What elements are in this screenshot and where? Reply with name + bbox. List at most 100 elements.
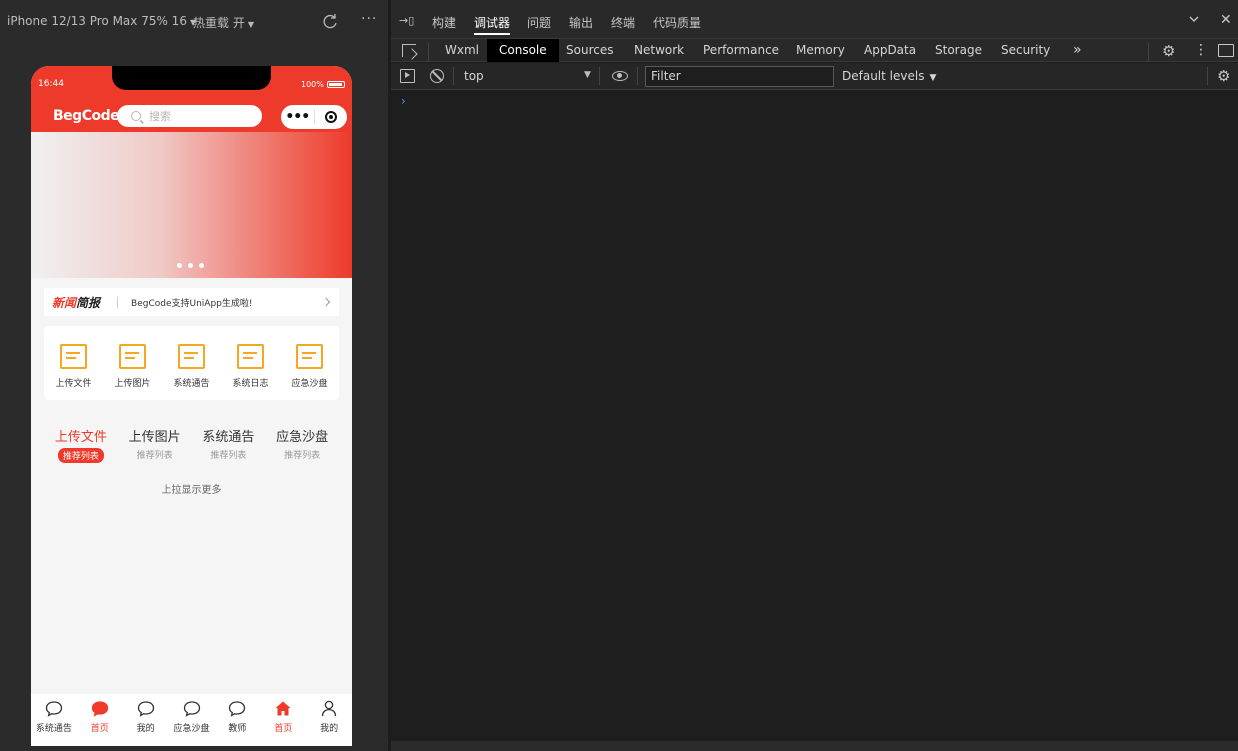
undock-icon[interactable] — [1218, 44, 1234, 57]
more-tabs-icon[interactable]: » — [1073, 39, 1082, 62]
tab-code-quality[interactable]: 代码质量 — [653, 14, 701, 31]
tab-build[interactable]: 构建 — [432, 14, 456, 31]
grid-item-label: 应急沙盘 — [291, 379, 328, 389]
tab-wxml[interactable]: Wxml — [445, 39, 479, 62]
hot-reload-toggle[interactable]: 热重载 开 ▼ — [193, 14, 254, 31]
tab-debugger[interactable]: 调试器 — [474, 14, 511, 35]
clear-console-icon[interactable] — [430, 69, 444, 83]
document-icon — [60, 344, 87, 369]
carousel-indicators — [177, 263, 204, 268]
tabbar-label: 首页 — [274, 724, 293, 734]
refresh-icon[interactable] — [321, 13, 339, 31]
grid-item-label: 上传图片 — [114, 379, 151, 389]
tab-sources[interactable]: Sources — [566, 39, 613, 62]
tab-title: 应急沙盘 — [276, 430, 329, 445]
log-levels-dropdown[interactable]: Default levels ▼ — [842, 69, 936, 83]
grid-item-upload-image[interactable]: 上传图片 — [103, 326, 162, 400]
show-sidebar-icon[interactable] — [400, 69, 415, 83]
settings-gear-icon[interactable]: ⚙ — [1162, 42, 1175, 60]
phone-notch — [112, 66, 271, 90]
toggle-panel-icon[interactable]: →▯ — [399, 14, 414, 27]
news-logo-black: 简报 — [76, 295, 101, 310]
document-icon — [119, 344, 146, 369]
tab-upload-file[interactable]: 上传文件 推荐列表 — [44, 426, 118, 466]
more-dots-icon[interactable]: ••• — [281, 107, 314, 127]
tab-subtitle: 推荐列表 — [284, 451, 321, 461]
console-filter-input[interactable]: Filter — [645, 66, 834, 87]
tabbar-item-sandbox[interactable]: 应急沙盘 — [169, 694, 215, 746]
tabbar-label: 首页 — [90, 724, 109, 734]
chevron-down-icon[interactable] — [1188, 13, 1200, 25]
tabbar-item-mine[interactable]: 我的 — [123, 694, 169, 746]
chat-bubble-icon — [45, 701, 63, 717]
simulator-panel: iPhone 12/13 Pro Max 75% 16 ▼ 热重载 开 ▼ ··· … — [0, 0, 388, 751]
tab-terminal[interactable]: 终端 — [611, 14, 635, 31]
tab-appdata[interactable]: AppData — [864, 39, 916, 62]
device-label: iPhone 12/13 Pro Max 75% 16 — [7, 14, 187, 28]
inspect-element-icon[interactable] — [402, 44, 416, 57]
news-ticker[interactable]: 新闻简报 BegCode支持UniApp生成啦! — [44, 288, 339, 316]
news-text: BegCode支持UniApp生成啦! — [131, 298, 253, 309]
divider — [428, 43, 429, 61]
kebab-menu-icon[interactable]: ⋮ — [1194, 41, 1208, 59]
target-icon — [324, 111, 337, 123]
console-settings-gear-icon[interactable]: ⚙ — [1217, 67, 1230, 85]
tabbar-label: 我的 — [136, 724, 155, 734]
grid-item-notice[interactable]: 系统通告 — [162, 326, 221, 400]
carousel-dot[interactable] — [188, 263, 193, 268]
live-expression-eye-icon[interactable] — [612, 71, 628, 81]
device-selector[interactable]: iPhone 12/13 Pro Max 75% 16 ▼ — [7, 14, 196, 28]
tabbar-item-notice[interactable]: 系统通告 — [31, 694, 77, 746]
tab-upload-image[interactable]: 上传图片 推荐列表 — [118, 426, 192, 466]
console-output[interactable]: › — [391, 91, 1238, 741]
tabbar-item-home[interactable]: 首页 — [77, 694, 123, 746]
tabbar-item-mine-2[interactable]: 我的 — [306, 694, 352, 746]
tab-notice[interactable]: 系统通告 推荐列表 — [192, 426, 266, 466]
tab-memory[interactable]: Memory — [796, 39, 845, 62]
tab-storage[interactable]: Storage — [935, 39, 982, 62]
divider — [599, 67, 600, 85]
battery-icon — [326, 81, 345, 88]
tab-output[interactable]: 输出 — [569, 14, 593, 31]
tab-subtitle: 推荐列表 — [210, 451, 247, 461]
tab-security[interactable]: Security — [1001, 39, 1050, 62]
tabbar-label: 教师 — [228, 724, 247, 734]
tab-performance[interactable]: Performance — [703, 39, 779, 62]
tab-network[interactable]: Network — [634, 39, 684, 62]
banner-carousel[interactable] — [31, 132, 352, 278]
news-logo-red: 新闻 — [52, 295, 77, 310]
context-selector[interactable]: top — [464, 69, 484, 83]
carousel-dot[interactable] — [199, 263, 204, 268]
phone-screen: 16:44 100% BegCode 搜索 ••• 新闻简报 BegCode支持… — [31, 66, 352, 746]
carousel-dot[interactable] — [177, 263, 182, 268]
grid-item-sandbox[interactable]: 应急沙盘 — [280, 326, 339, 400]
close-miniprogram-button[interactable] — [314, 111, 347, 123]
tab-subtitle: 推荐列表 — [57, 448, 104, 463]
simulator-toolbar: iPhone 12/13 Pro Max 75% 16 ▼ 热重载 开 ▼ ··· — [0, 0, 388, 44]
search-placeholder: 搜索 — [149, 110, 171, 123]
divider — [453, 67, 454, 85]
grid-item-upload-file[interactable]: 上传文件 — [44, 326, 103, 400]
chevron-down-icon[interactable]: ▼ — [584, 70, 591, 80]
tab-sandbox[interactable]: 应急沙盘 推荐列表 — [265, 426, 339, 466]
tab-subtitle: 推荐列表 — [136, 451, 173, 461]
tab-console[interactable]: Console — [487, 39, 559, 62]
more-menu-button[interactable]: ··· — [361, 11, 377, 27]
tabbar-item-home-2[interactable]: 首页 — [260, 694, 306, 746]
document-icon — [178, 344, 205, 369]
divider — [637, 67, 638, 85]
function-grid: 上传文件 上传图片 系统通告 系统日志 应急沙盘 — [44, 326, 339, 400]
status-time: 16:44 — [38, 79, 64, 89]
chat-bubble-filled-icon — [91, 701, 108, 717]
chat-bubble-icon — [183, 701, 200, 717]
close-icon[interactable]: ✕ — [1220, 12, 1232, 28]
news-divider — [117, 296, 119, 308]
tabbar-item-teacher[interactable]: 教师 — [214, 694, 260, 746]
tab-issues[interactable]: 问题 — [527, 14, 551, 31]
document-icon — [296, 344, 323, 369]
chat-bubble-icon — [229, 701, 246, 717]
grid-item-label: 上传文件 — [55, 379, 92, 389]
grid-item-log[interactable]: 系统日志 — [221, 326, 280, 400]
search-input[interactable]: 搜索 — [117, 105, 262, 127]
grid-item-label: 系统日志 — [232, 379, 269, 389]
